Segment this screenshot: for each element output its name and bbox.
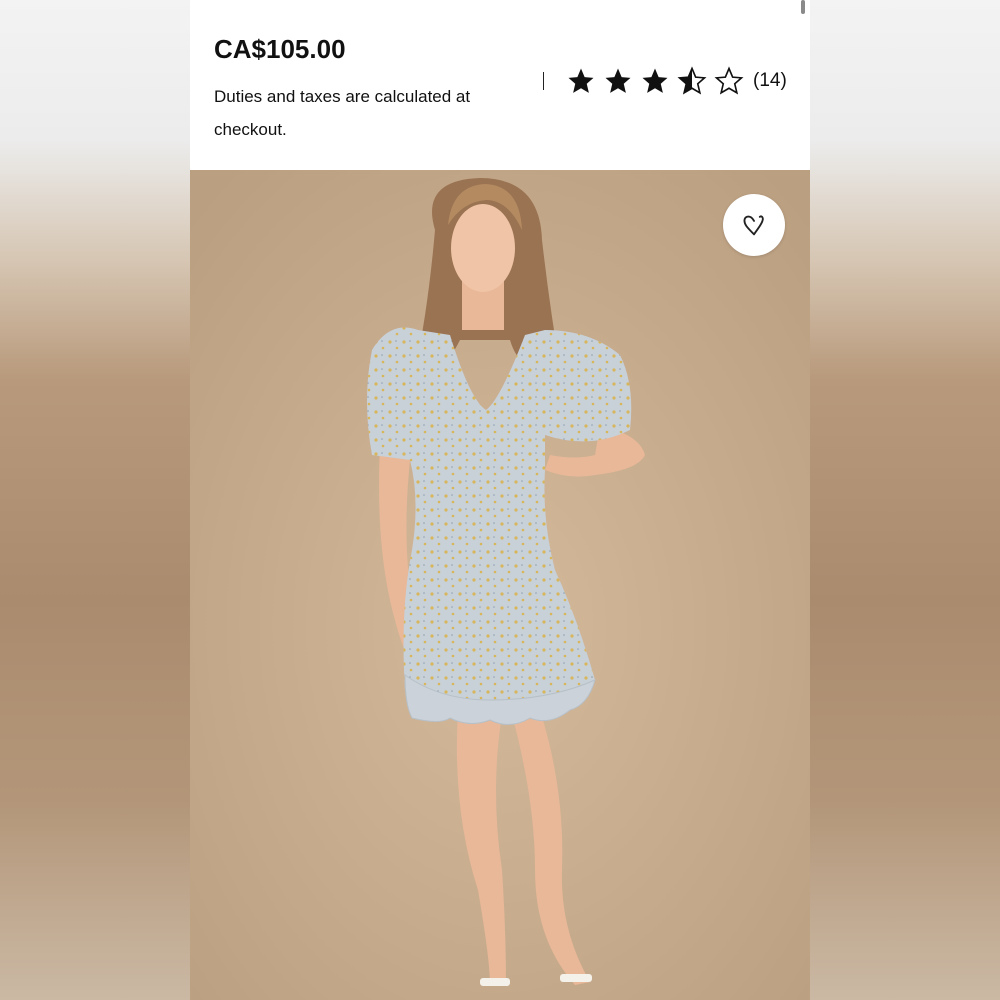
background-blur-left (0, 0, 190, 1000)
product-info: CA$105.00 Duties and taxes are calculate… (190, 0, 810, 170)
star-full-icon (568, 68, 594, 93)
star-half-icon (677, 66, 707, 95)
star-empty-icon (714, 66, 744, 95)
duties-note: Duties and taxes are calculated at check… (214, 87, 471, 139)
favorite-button[interactable] (723, 194, 785, 256)
product-photo[interactable] (190, 170, 810, 1000)
product-page: CA$105.00 Duties and taxes are calculate… (190, 0, 810, 1000)
background-blur-right (810, 0, 1000, 1000)
review-count[interactable]: (14) (753, 70, 787, 92)
price: CA$105.00 (214, 34, 346, 64)
star-full-icon (605, 68, 631, 93)
rating[interactable]: (14) (566, 64, 787, 98)
divider (543, 72, 544, 90)
model-illustration (190, 170, 810, 1000)
scroll-indicator (801, 0, 805, 14)
heart-icon (743, 215, 764, 236)
star-full-icon (642, 68, 668, 93)
